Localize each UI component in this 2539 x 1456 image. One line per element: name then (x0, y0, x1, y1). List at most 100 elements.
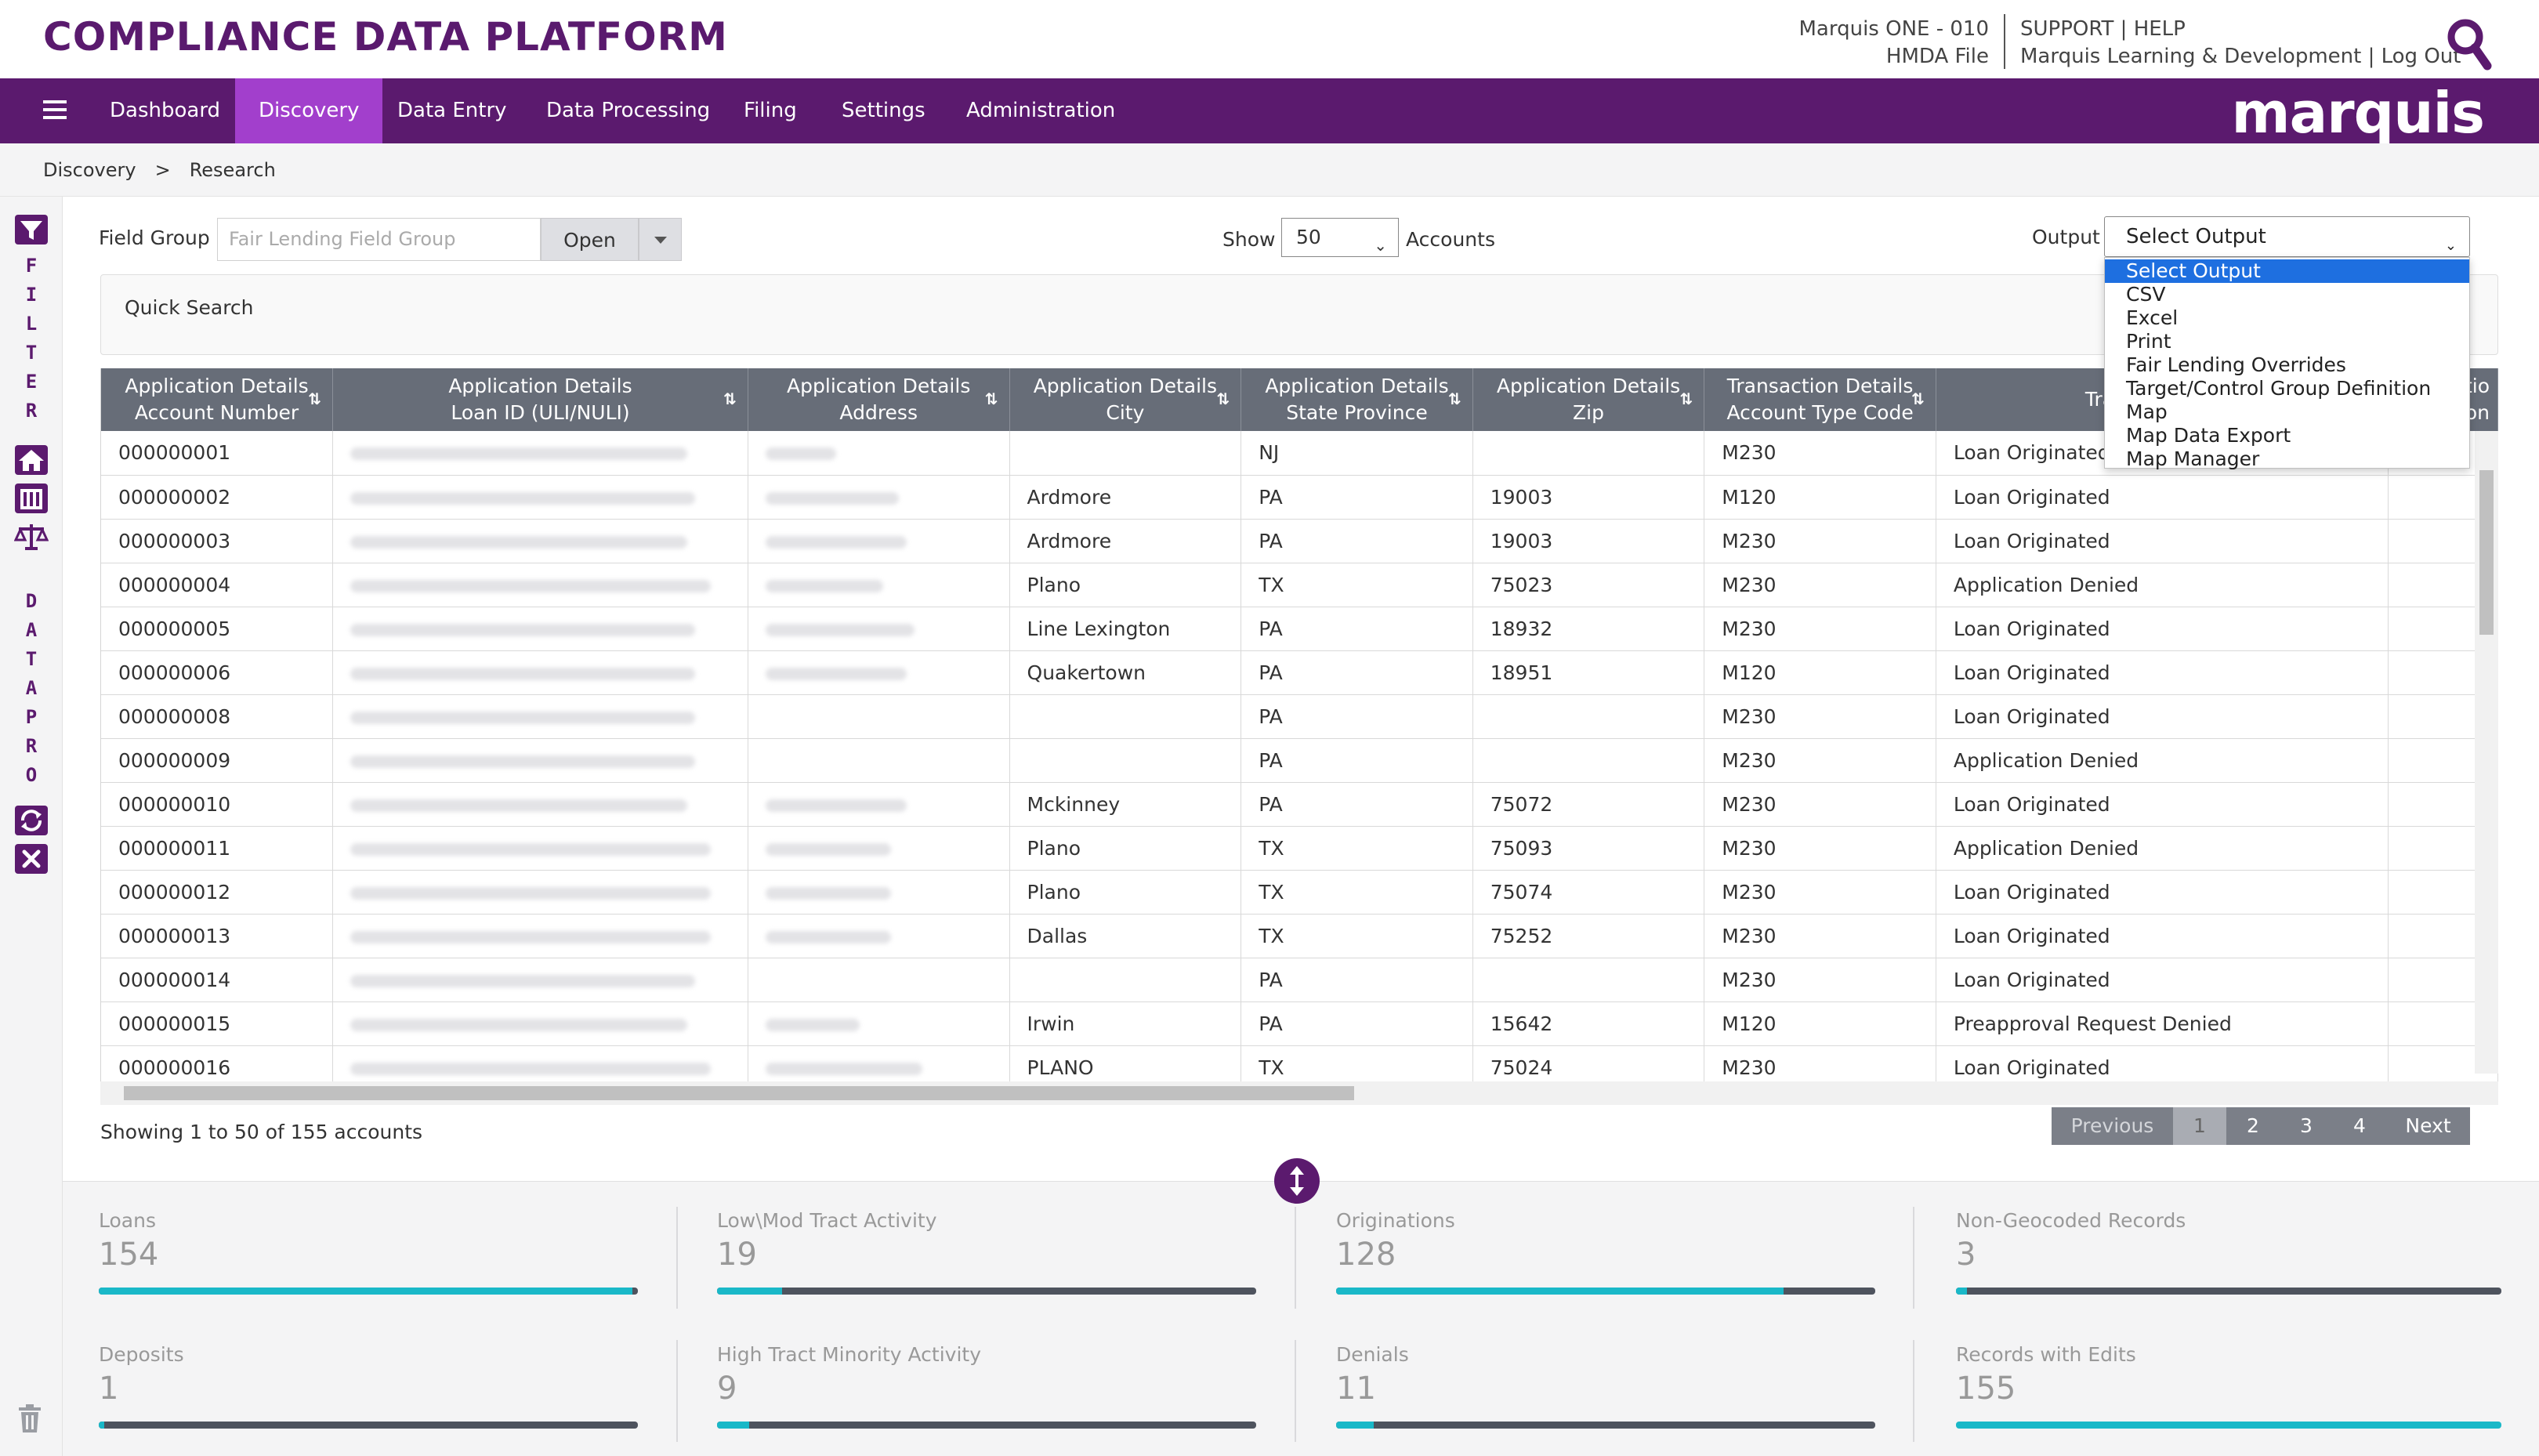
cell-loan-id (332, 607, 748, 651)
stat-loans: Loans 154 (99, 1209, 647, 1319)
file-type[interactable]: HMDA File (1799, 43, 1989, 71)
cell-state: PA (1241, 650, 1473, 695)
open-button[interactable]: Open (541, 218, 639, 261)
cell-state: PA (1241, 738, 1473, 783)
nav-filing[interactable]: Filing (720, 78, 820, 143)
table-row[interactable]: 000000006 Quakertown PA 18951 M120 Loan Origi… (101, 650, 2498, 695)
cell-account-number: 000000005 (101, 607, 334, 651)
filter-letter: E (25, 371, 38, 393)
redacted-value (765, 447, 836, 461)
cell-transaction: Loan Originated (1936, 694, 2389, 739)
stat-title: Records with Edits (1956, 1343, 2136, 1366)
table-row[interactable]: 000000010 Mckinney PA 75072 M230 Loan Origina… (101, 782, 2498, 827)
cell-account-type: M230 (1704, 431, 1936, 476)
previous-page-button[interactable]: Previous (2052, 1107, 2173, 1145)
support-help-links[interactable]: SUPPORT | HELP (2020, 16, 2461, 43)
page-button-4[interactable]: 4 (2333, 1107, 2386, 1145)
redacted-value (350, 1062, 712, 1075)
table-row[interactable]: 000000002 Ardmore PA 19003 M120 Loan Originat… (101, 475, 2498, 520)
hamburger-menu-icon[interactable] (43, 100, 67, 121)
redacted-value (765, 842, 891, 856)
output-option[interactable]: Map (2105, 400, 2469, 424)
sort-icon[interactable]: ⇅ (985, 386, 998, 412)
cell-transaction: Application Denied (1936, 738, 2389, 783)
col-account-number[interactable]: Application Details Account Number ⇅ (101, 368, 334, 431)
table-row[interactable]: 000000008 PA M230 Loan Originated (101, 694, 2498, 739)
table-row[interactable]: 000000011 Plano TX 75093 M230 Application Den… (101, 826, 2498, 871)
table-row[interactable]: 000000013 Dallas TX 75252 M230 Loan Originate… (101, 914, 2498, 958)
search-icon[interactable] (2443, 16, 2494, 71)
account-name[interactable]: Marquis ONE - 010 (1799, 16, 1990, 43)
nav-data-processing[interactable]: Data Processing (523, 78, 733, 143)
col-address[interactable]: Application Details Address ⇅ (748, 368, 1010, 431)
page-size-select[interactable]: 50 ⌄ (1281, 218, 1399, 257)
nav-dashboard[interactable]: Dashboard (86, 78, 244, 143)
sort-icon[interactable]: ⇅ (1216, 386, 1230, 412)
building-icon[interactable] (14, 483, 49, 514)
cell-zip: 75074 (1472, 870, 1705, 915)
sort-icon[interactable]: ⇅ (1911, 386, 1925, 412)
table-row[interactable]: 000000014 PA M230 Loan Originated (101, 958, 2498, 1002)
cell-transaction: Preapproval Request Denied (1936, 1001, 2389, 1046)
output-option[interactable]: Print (2105, 330, 2469, 353)
output-option[interactable]: CSV (2105, 283, 2469, 306)
scales-icon[interactable] (14, 521, 49, 552)
scrollbar-thumb[interactable] (2479, 470, 2494, 635)
cell-loan-id (332, 475, 748, 520)
stat-value: 155 (1956, 1371, 2016, 1407)
col-state[interactable]: Application Details State Province ⇅ (1241, 368, 1473, 431)
cell-account-number: 000000002 (101, 475, 334, 520)
output-option[interactable]: Excel (2105, 306, 2469, 330)
cell-state: PA (1241, 958, 1473, 1002)
page-button-1[interactable]: 1 (2173, 1107, 2226, 1145)
marquis-logo: marquis (2231, 80, 2485, 146)
output-option[interactable]: Map Data Export (2105, 424, 2469, 447)
stat-divider (1913, 1207, 1914, 1309)
cell-loan-id (332, 914, 748, 958)
output-option[interactable]: Target/Control Group Definition (2105, 377, 2469, 400)
col-zip[interactable]: Application Details Zip ⇅ (1472, 368, 1705, 431)
refresh-icon[interactable] (14, 805, 49, 836)
table-row[interactable]: 000000003 Ardmore PA 19003 M230 Loan Originat… (101, 519, 2498, 563)
col-loan-id[interactable]: Application Details Loan ID (ULI/NULI) ⇅ (332, 368, 748, 431)
open-dropdown-chevron-icon[interactable] (639, 218, 682, 261)
showing-count: Showing 1 to 50 of 155 accounts (100, 1121, 423, 1143)
output-option[interactable]: Select Output (2105, 259, 2469, 283)
learning-logout-links[interactable]: Marquis Learning & Development | Log Out (2020, 43, 2461, 71)
col-account-type[interactable]: Transaction Details Account Type Code ⇅ (1704, 368, 1936, 431)
col-city[interactable]: Application Details City ⇅ (1009, 368, 1242, 431)
table-row[interactable]: 000000004 Plano TX 75023 M230 Application Den… (101, 563, 2498, 607)
table-row[interactable]: 000000009 PA M230 Application Denied (101, 738, 2498, 783)
trash-icon[interactable] (16, 1403, 44, 1434)
sort-asc-icon[interactable]: ⇅ (308, 386, 321, 412)
cell-city: Ardmore (1009, 475, 1242, 520)
sort-icon[interactable]: ⇅ (1680, 386, 1693, 412)
close-icon[interactable] (14, 843, 49, 875)
house-icon[interactable] (14, 444, 49, 476)
resize-handle-icon[interactable] (1274, 1158, 1320, 1204)
field-group-input[interactable]: Fair Lending Field Group (217, 218, 541, 261)
sort-icon[interactable]: ⇅ (1448, 386, 1461, 412)
table-row[interactable]: 000000005 Line Lexington PA 18932 M230 Loan O… (101, 607, 2498, 651)
vertical-scrollbar[interactable] (2475, 431, 2498, 1074)
cell-city: Line Lexington (1009, 607, 1242, 651)
nav-data-entry[interactable]: Data Entry (374, 78, 531, 143)
filter-icon[interactable] (14, 214, 49, 245)
output-option[interactable]: Fair Lending Overrides (2105, 353, 2469, 377)
table-row[interactable]: 000000016 PLANO TX 75024 M230 Loan Originated (101, 1045, 2498, 1081)
cell-transaction: Loan Originated (1936, 475, 2389, 520)
breadcrumb-discovery[interactable]: Discovery (43, 159, 136, 181)
page-button-2[interactable]: 2 (2226, 1107, 2280, 1145)
horizontal-scrollbar[interactable] (100, 1081, 2498, 1105)
next-page-button[interactable]: Next (2386, 1107, 2470, 1145)
output-select[interactable]: Select Output ⌄ (2104, 216, 2470, 257)
nav-discovery[interactable]: Discovery (235, 78, 383, 143)
output-option[interactable]: Map Manager (2105, 447, 2469, 471)
table-row[interactable]: 000000012 Plano TX 75074 M230 Loan Originated (101, 870, 2498, 915)
sort-icon[interactable]: ⇅ (723, 386, 737, 412)
nav-administration[interactable]: Administration (943, 78, 1139, 143)
table-row[interactable]: 000000015 Irwin PA 15642 M120 Preapproval Req… (101, 1001, 2498, 1046)
nav-settings[interactable]: Settings (818, 78, 949, 143)
page-button-3[interactable]: 3 (2280, 1107, 2333, 1145)
scrollbar-thumb[interactable] (124, 1086, 1354, 1100)
